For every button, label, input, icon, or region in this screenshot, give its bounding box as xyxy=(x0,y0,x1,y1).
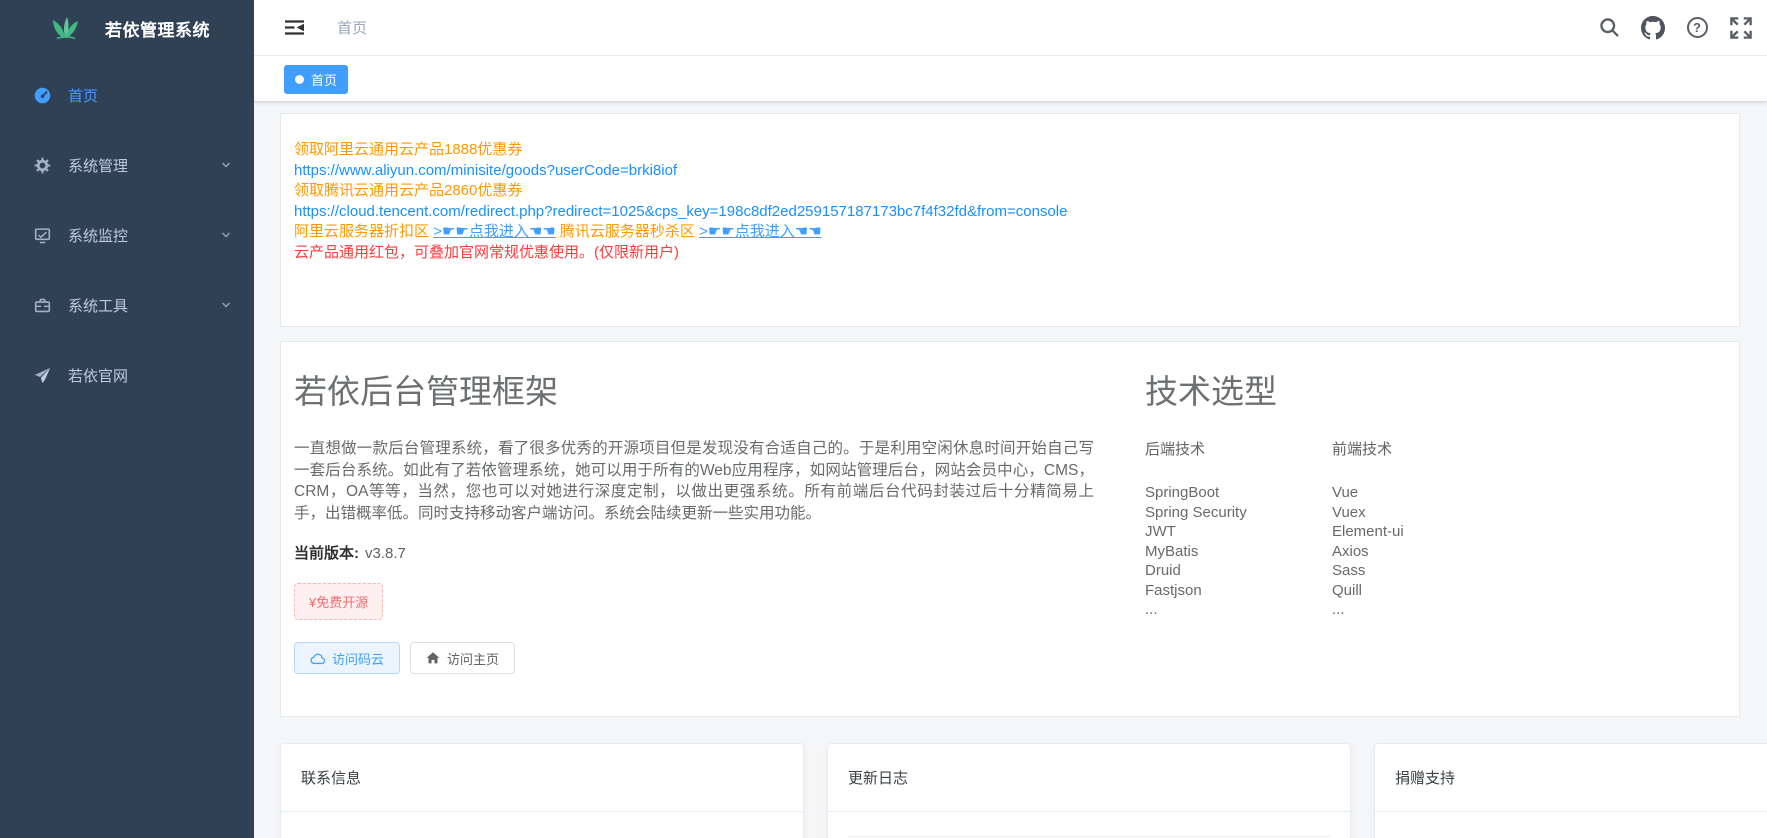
sidebar: 若依管理系统 首页 系统管理 系统监控 系统工具 若依官网 xyxy=(0,0,254,838)
backend-tech-items: SpringBoot Spring Security JWT MyBatis D… xyxy=(1145,483,1332,620)
page-content: 领取阿里云通用云产品1888优惠券 https://www.aliyun.com… xyxy=(254,102,1767,838)
search-icon[interactable] xyxy=(1597,16,1621,40)
list-item: ... xyxy=(1145,601,1158,618)
top-navbar: 首页 ? xyxy=(254,0,1767,56)
aliyun-zone-enter-link[interactable]: >☛☛点我进入☚☚ xyxy=(433,223,556,240)
version-label: 当前版本: xyxy=(294,545,359,562)
aliyun-coupon-title: 领取阿里云通用云产品1888优惠券 xyxy=(294,141,523,158)
main-area: 首页 ? 首页 领取阿里云通用云产品1888优惠券 https://www.al… xyxy=(254,0,1767,838)
frontend-tech-list: 前端技术 Vue Vuex Element-ui Axios Sass Quil… xyxy=(1332,438,1519,620)
sidebar-item-label: 若依官网 xyxy=(68,367,129,385)
aliyun-coupon-link[interactable]: https://www.aliyun.com/minisite/goods?us… xyxy=(294,161,1719,182)
tags-view-bar: 首页 xyxy=(254,56,1767,102)
donation-card: 捐赠支持 xyxy=(1374,743,1767,838)
tab-label: 首页 xyxy=(311,73,338,88)
version-line: 当前版本: v3.8.7 xyxy=(294,542,1130,563)
version-value: v3.8.7 xyxy=(365,545,406,562)
list-item: Spring Security xyxy=(1145,503,1247,521)
tencent-coupon-title: 领取腾讯云通用云产品2860优惠券 xyxy=(294,182,523,199)
sidebar-item-system-monitor[interactable]: 系统监控 xyxy=(0,207,254,263)
tencent-coupon-link[interactable]: https://cloud.tencent.com/redirect.php?r… xyxy=(294,202,1719,223)
app-logo: 若依管理系统 xyxy=(0,0,254,56)
app-title: 若依管理系统 xyxy=(105,20,210,40)
card-body xyxy=(828,836,1350,837)
list-item: Vuex xyxy=(1332,503,1366,521)
visit-gitee-label: 访问码云 xyxy=(332,651,385,667)
bottom-cards-row: 联系信息 更新日志 捐赠支持 xyxy=(280,743,1767,838)
sidebar-item-system-tools[interactable]: 系统工具 xyxy=(0,277,254,333)
backend-tech-list: 后端技术 SpringBoot Spring Security JWT MyBa… xyxy=(1145,438,1332,620)
intro-paragraph: 一直想做一款后台管理系统，看了很多优秀的开源项目但是发现没有合适自己的。于是利用… xyxy=(294,440,1094,522)
list-item: ... xyxy=(1332,601,1345,618)
chevron-down-icon xyxy=(220,159,232,171)
card-title: 更新日志 xyxy=(828,744,1350,812)
list-item: MyBatis xyxy=(1145,542,1199,560)
contact-info-card: 联系信息 xyxy=(280,743,804,838)
intro-buttons: 访问码云 访问主页 xyxy=(294,642,1130,674)
frontend-tech-items: Vue Vuex Element-ui Axios Sass Quill ... xyxy=(1332,483,1519,620)
collapse-item-divider xyxy=(848,836,1330,837)
redpack-note: 云产品通用红包，可叠加官网常规优惠使用。(仅限新用户) xyxy=(294,243,679,261)
tech-lists: 后端技术 SpringBoot Spring Security JWT MyBa… xyxy=(1145,438,1519,620)
navbar-actions: ? xyxy=(1597,15,1753,40)
leaf-logo-icon xyxy=(52,16,80,40)
monitor-icon xyxy=(33,227,51,244)
list-item: Element-ui xyxy=(1332,523,1404,540)
card-title: 联系信息 xyxy=(281,744,803,812)
intro-panel: 若依后台管理框架 一直想做一款后台管理系统，看了很多优秀的开源项目但是发现没有合… xyxy=(280,341,1740,717)
toolbox-icon xyxy=(33,297,51,314)
tech-stack-title: 技术选型 xyxy=(1145,373,1277,410)
tech-stack-section: 技术选型 后端技术 SpringBoot Spring Security JWT… xyxy=(1145,372,1519,620)
breadcrumb[interactable]: 首页 xyxy=(337,17,367,38)
chevron-down-icon xyxy=(220,229,232,241)
free-open-source-tag: ¥免费开源 xyxy=(294,583,384,620)
sidebar-item-label: 系统工具 xyxy=(68,297,129,315)
list-item: Vue xyxy=(1332,484,1359,501)
changelog-card: 更新日志 xyxy=(827,743,1351,838)
cloud-icon xyxy=(310,652,325,665)
fullscreen-icon[interactable] xyxy=(1729,16,1753,40)
aliyun-zone-label: 阿里云服务器折扣区 xyxy=(294,223,430,240)
frontend-tech-title: 前端技术 xyxy=(1332,441,1393,458)
server-zone-line: 阿里云服务器折扣区 >☛☛点我进入☚☚ 腾讯云服务器秒杀区 >☛☛点我进入☚☚ xyxy=(294,222,1719,243)
home-icon xyxy=(426,651,440,665)
list-item: SpringBoot xyxy=(1145,484,1220,501)
paper-plane-icon xyxy=(33,367,51,384)
visit-gitee-button[interactable]: 访问码云 xyxy=(294,642,401,674)
sidebar-item-system-management[interactable]: 系统管理 xyxy=(0,137,254,193)
page-title: 若依后台管理框架 xyxy=(294,373,558,410)
tab-active-dot xyxy=(295,75,304,84)
framework-intro: 若依后台管理框架 一直想做一款后台管理系统，看了很多优秀的开源项目但是发现没有合… xyxy=(294,372,1130,674)
list-item: Fastjson xyxy=(1145,581,1202,599)
tencent-zone-label: 腾讯云服务器秒杀区 xyxy=(559,223,695,240)
sidebar-item-ruoyi-website[interactable]: 若依官网 xyxy=(0,347,254,403)
promo-notice-panel: 领取阿里云通用云产品1888优惠券 https://www.aliyun.com… xyxy=(280,113,1740,327)
sidebar-item-label: 系统监控 xyxy=(68,227,129,245)
github-icon[interactable] xyxy=(1641,15,1665,40)
sidebar-item-home[interactable]: 首页 xyxy=(0,67,254,123)
list-item: Quill xyxy=(1332,581,1363,599)
chevron-down-icon xyxy=(220,299,232,311)
list-item: Axios xyxy=(1332,542,1369,560)
list-item: Druid xyxy=(1145,562,1181,579)
backend-tech-title: 后端技术 xyxy=(1145,441,1206,458)
tencent-zone-enter-link[interactable]: >☛☛点我进入☚☚ xyxy=(699,223,822,240)
help-icon[interactable]: ? xyxy=(1685,16,1709,40)
list-item: Sass xyxy=(1332,562,1366,579)
visit-homepage-button[interactable]: 访问主页 xyxy=(410,642,516,674)
tab-home[interactable]: 首页 xyxy=(284,65,349,94)
gear-icon xyxy=(33,157,51,174)
list-item: JWT xyxy=(1145,523,1176,540)
card-title: 捐赠支持 xyxy=(1375,744,1767,812)
sidebar-item-label: 系统管理 xyxy=(68,157,129,175)
sidebar-menu: 首页 系统管理 系统监控 系统工具 若依官网 xyxy=(0,56,254,403)
question-mark-icon: ? xyxy=(1686,17,1708,38)
sidebar-collapse-icon[interactable] xyxy=(284,19,305,36)
sidebar-item-label: 首页 xyxy=(68,87,99,105)
dashboard-icon xyxy=(33,87,51,104)
visit-homepage-label: 访问主页 xyxy=(447,651,500,667)
